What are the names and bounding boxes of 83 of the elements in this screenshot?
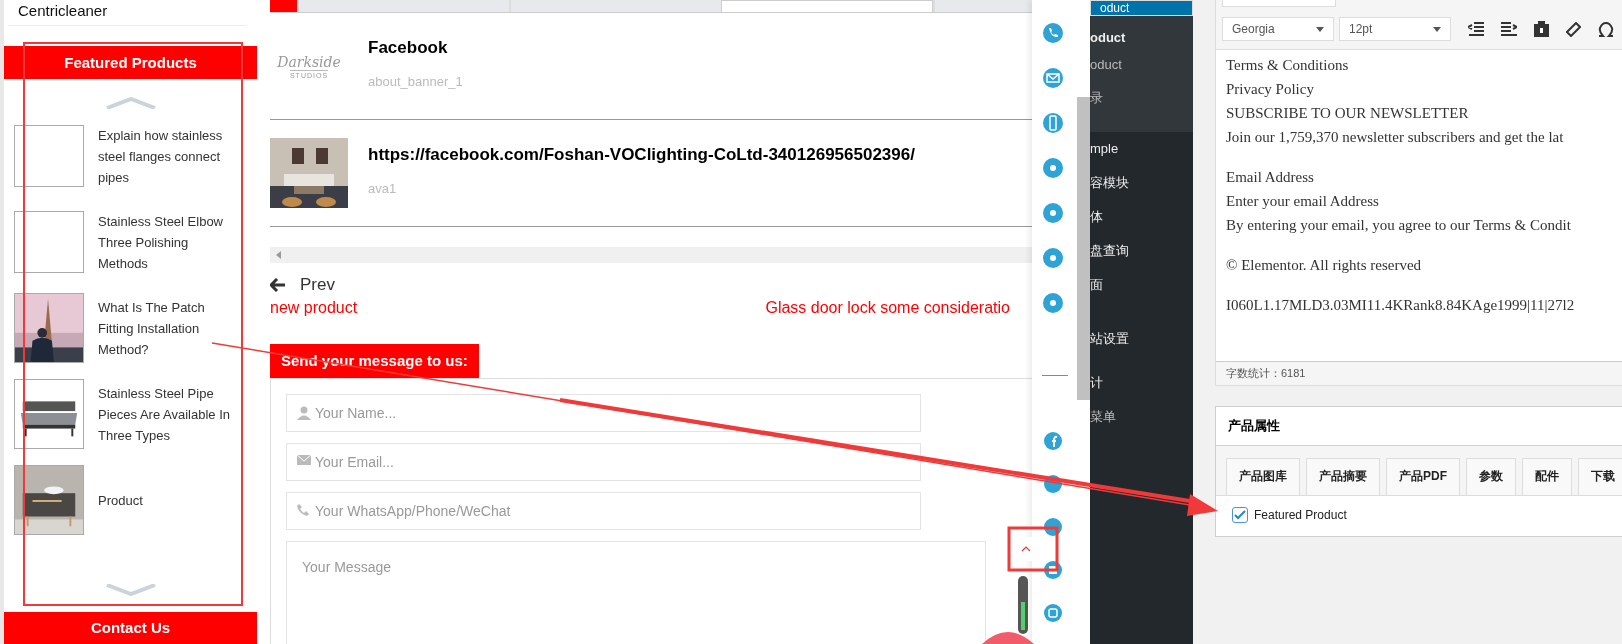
- caret-down-icon: [1433, 26, 1441, 32]
- tab-marker: [270, 0, 297, 12]
- form-heading: Send your message to us:: [270, 344, 479, 378]
- size-select[interactable]: 12pt: [1339, 17, 1451, 41]
- message-field[interactable]: Your Message: [286, 541, 986, 644]
- word-count: 字数统计：6181: [1226, 367, 1306, 379]
- product-thumbnail[interactable]: [14, 211, 84, 273]
- product-link[interactable]: Product: [98, 489, 240, 511]
- menu-item[interactable]: 面: [1090, 268, 1193, 302]
- panel-title: 产品属性: [1228, 418, 1280, 433]
- prev-link[interactable]: Prev: [300, 275, 335, 295]
- link-title[interactable]: Facebook: [368, 37, 463, 58]
- phone-field[interactable]: Your WhatsApp/Phone/WeChat: [286, 492, 921, 530]
- editor-text-line: © Elementor. All rights reserved: [1226, 256, 1422, 275]
- horizontal-scrollbar[interactable]: [270, 247, 1032, 263]
- arrow-left-icon[interactable]: [270, 278, 286, 292]
- phone-icon[interactable]: [1042, 22, 1064, 44]
- chevron-down-icon[interactable]: [104, 584, 157, 596]
- scrollbar-thumb[interactable]: [1077, 97, 1090, 400]
- tab[interactable]: 产品图库: [1226, 458, 1300, 495]
- product-thumbnail[interactable]: [14, 125, 84, 187]
- editor-text-line: Enter your email Address: [1226, 192, 1379, 211]
- chat-button-icon[interactable]: [982, 632, 1034, 644]
- tab[interactable]: 参数: [1466, 458, 1516, 495]
- menu-item[interactable]: 录: [1090, 78, 1193, 132]
- volume-meter-icon: [1018, 576, 1028, 634]
- tab[interactable]: [721, 0, 933, 12]
- site-title[interactable]: Centricleaner: [8, 0, 247, 26]
- eraser-icon[interactable]: [1566, 21, 1581, 37]
- menu-item[interactable]: 体: [1090, 200, 1193, 234]
- font-select[interactable]: Georgia: [1222, 17, 1334, 41]
- editor-text-line: Privacy Policy: [1226, 80, 1314, 99]
- tab[interactable]: 产品摘要: [1306, 458, 1380, 495]
- indent-icon[interactable]: [1501, 22, 1517, 36]
- circle-icon[interactable]: [1043, 517, 1063, 537]
- circle-icon[interactable]: [1043, 474, 1063, 494]
- menu-item[interactable]: oduct: [1090, 0, 1193, 16]
- link-title[interactable]: https://facebook.com/Foshan-VOClighting-CoLtd-340126956502396/: [368, 144, 915, 165]
- envelope-icon[interactable]: [1042, 67, 1064, 89]
- camera-icon[interactable]: [1043, 603, 1063, 623]
- clipboard-icon[interactable]: [1534, 21, 1549, 37]
- menu-item[interactable]: 容模块: [1090, 166, 1193, 200]
- menu-item[interactable]: 菜单: [1090, 400, 1193, 434]
- editor-text-line: I060L1.17MLD3.03MI11.4KRank8.84KAge1999|11|27l2: [1226, 296, 1575, 315]
- editor-text-line: Terms & Conditions: [1226, 56, 1349, 75]
- email-field[interactable]: Your Email...: [286, 443, 921, 481]
- section-heading: Contact Us: [4, 612, 257, 644]
- editor-text-line: Email Address: [1226, 168, 1314, 187]
- menu-item[interactable]: mple: [1090, 132, 1193, 166]
- menu-item[interactable]: 计: [1090, 366, 1193, 400]
- editor-content[interactable]: [1216, 50, 1622, 361]
- editor-text-line: By entering your email, you agree to our Terms & Condit: [1226, 216, 1571, 235]
- grid-icon[interactable]: [1043, 560, 1063, 580]
- post-link[interactable]: Glass door lock some consideratio: [765, 299, 1010, 317]
- editor-text-line: SUBSCRIBE TO OUR NEWSLETTER: [1226, 104, 1469, 123]
- caret-up-icon: [1021, 546, 1031, 552]
- product-link[interactable]: Stainless Steel Pipe Pieces Are Available In Three Types: [98, 382, 240, 446]
- product-link[interactable]: What Is The Patch Fitting Installation Method?: [98, 296, 240, 360]
- menu-item[interactable]: 盘查询: [1090, 234, 1193, 268]
- omega-icon[interactable]: [1598, 21, 1614, 37]
- product-link[interactable]: Explain how stainless steel flanges connect pipes: [98, 124, 240, 188]
- tab[interactable]: 下载: [1578, 458, 1622, 495]
- checkbox[interactable]: [1232, 507, 1248, 523]
- mobile-phone-icon[interactable]: [1042, 112, 1064, 134]
- caret-down-icon: [1316, 26, 1324, 32]
- scroll-left-icon[interactable]: [276, 251, 281, 259]
- image-name: about_banner_1: [368, 73, 463, 89]
- tab[interactable]: 产品PDF: [1386, 458, 1460, 495]
- chevron-up-icon[interactable]: [104, 97, 157, 109]
- outdent-icon[interactable]: [1468, 22, 1484, 36]
- image-name: ava1: [368, 180, 398, 196]
- editor-text-line: Join our 1,759,370 newsletter subscribers and get the lat: [1226, 128, 1564, 147]
- section-heading: Featured Products: [4, 46, 257, 79]
- menu-item[interactable]: oduct: [1090, 51, 1193, 78]
- post-link[interactable]: new product: [270, 299, 358, 317]
- product-link[interactable]: Stainless Steel Elbow Three Polishing Methods: [98, 210, 240, 274]
- facebook-icon[interactable]: [1043, 431, 1063, 451]
- menu-item[interactable]: 站设置: [1090, 322, 1193, 356]
- annotation-rectangle: [1007, 526, 1059, 572]
- checkbox-label[interactable]: Featured Product: [1254, 508, 1347, 522]
- tab[interactable]: 配件: [1522, 458, 1572, 495]
- menu-item[interactable]: oduct: [1090, 16, 1193, 51]
- name-field[interactable]: Your Name...: [286, 394, 921, 432]
